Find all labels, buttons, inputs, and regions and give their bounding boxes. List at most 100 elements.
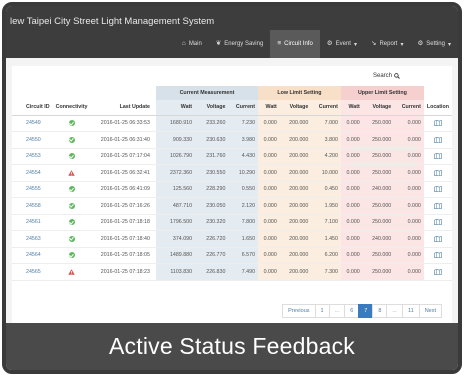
nav-item-label: Setting <box>426 41 445 47</box>
pagination-page[interactable]: 1 <box>314 304 330 318</box>
cell-low-voltage: 200.000 <box>279 247 312 264</box>
map-icon[interactable] <box>434 153 442 160</box>
map-icon[interactable] <box>434 235 442 242</box>
col-header-connectivity[interactable]: Connectivity <box>52 100 91 116</box>
table-row[interactable]: 24555 2016-01-25 06:41:09 125.560 228.290 0.… <box>12 181 452 198</box>
col-header-upper-current[interactable]: Current <box>394 100 424 116</box>
cell-connectivity <box>52 131 91 149</box>
pagination-next[interactable]: Next <box>418 304 442 318</box>
cell-location <box>423 197 452 215</box>
col-header-low-voltage[interactable]: Voltage <box>279 100 312 116</box>
pagination-page[interactable]: 6 <box>344 304 360 318</box>
nav-item-label: Energy Saving <box>224 41 264 47</box>
circuit-id-link[interactable]: 24553 <box>26 153 41 159</box>
caret-down-icon: ▾ <box>400 41 404 48</box>
col-header-current-current[interactable]: Current <box>228 100 259 116</box>
status-ok-icon <box>68 219 75 226</box>
table-row[interactable]: 24558 2016-01-25 07:16:26 487.710 230.050 2.… <box>12 197 452 215</box>
col-header-upper-voltage[interactable]: Voltage <box>362 100 395 116</box>
cell-location <box>423 115 452 132</box>
cell-low-current: 1.950 <box>311 197 341 215</box>
table-row[interactable]: 24565 2016-01-25 07:18:23 1103.830 226.830 7… <box>12 263 452 281</box>
cell-upper-current: 0.000 <box>394 247 424 264</box>
col-header-low-watt[interactable]: Watt <box>258 100 280 116</box>
cell-connectivity <box>52 164 91 182</box>
table-row[interactable]: 24563 2016-01-25 07:18:40 374.090 226.720 1.… <box>12 230 452 248</box>
col-header-last-update[interactable]: Last Update <box>90 100 156 116</box>
col-header-upper-watt[interactable]: Watt <box>340 100 363 116</box>
cell-low-current: 7.000 <box>311 115 341 132</box>
cell-upper-current: 0.000 <box>394 164 424 182</box>
table-row[interactable]: 24550 2016-01-25 06:31:40 909.330 230.630 3.… <box>12 131 452 149</box>
cell-last-update: 2016-01-25 07:17:04 <box>90 148 156 165</box>
pagination-previous[interactable]: Previous <box>282 304 316 318</box>
table-row[interactable]: 24564 2016-01-25 07:18:05 1489.880 226.770 6… <box>12 247 452 264</box>
circuit-id-link[interactable]: 24561 <box>26 219 41 225</box>
cell-current-watt: 1489.880 <box>155 247 196 264</box>
col-header-circuit-id[interactable]: Circuit ID <box>12 100 53 116</box>
cell-upper-current: 0.000 <box>394 230 424 248</box>
map-icon[interactable] <box>434 202 442 209</box>
pagination-page[interactable]: 11 <box>401 304 420 318</box>
circuit-id-link[interactable]: 24555 <box>26 186 41 192</box>
search-button[interactable]: Search <box>373 73 400 79</box>
circuit-id-link[interactable]: 24558 <box>26 203 41 209</box>
cell-last-update: 2016-01-25 07:16:26 <box>90 197 156 215</box>
cell-last-update: 2016-01-25 06:33:53 <box>90 115 156 132</box>
cell-upper-current: 0.000 <box>394 263 424 281</box>
cell-low-current: 7.100 <box>311 214 341 231</box>
circuit-id-link[interactable]: 24550 <box>26 137 41 143</box>
status-ok-icon <box>68 252 75 259</box>
map-icon[interactable] <box>434 268 442 275</box>
cell-circuit-id: 24565 <box>12 263 53 281</box>
nav-item-report[interactable]: ↘ Report ▾ <box>364 30 410 58</box>
col-header-location[interactable]: Location <box>423 100 452 116</box>
nav-item-energy-saving[interactable]: ❦ Energy Saving <box>209 30 270 58</box>
table-row[interactable]: 24553 2016-01-25 07:17:04 1026.790 231.760 4… <box>12 148 452 165</box>
col-header-current-watt[interactable]: Watt <box>155 100 196 116</box>
nav-item-main[interactable]: ⌂ Main <box>175 30 209 58</box>
circuit-id-link[interactable]: 24554 <box>26 170 41 176</box>
col-header-current-voltage[interactable]: Voltage <box>195 100 229 116</box>
cell-current-voltage: 228.290 <box>195 181 229 198</box>
map-icon[interactable] <box>434 186 442 193</box>
circuit-id-link[interactable]: 24564 <box>26 252 41 258</box>
map-icon[interactable] <box>434 169 442 176</box>
cell-location <box>423 181 452 198</box>
group-header-current-measurement: Current Measurement <box>155 86 259 100</box>
cell-current-voltage: 230.630 <box>195 131 229 149</box>
circuit-icon: ≡ <box>277 39 282 47</box>
cell-current-current: 10.290 <box>228 164 259 182</box>
map-icon[interactable] <box>434 219 442 226</box>
circuit-id-link[interactable]: 24549 <box>26 120 41 126</box>
pagination-page[interactable]: 8 <box>372 304 388 318</box>
table-row[interactable]: 24549 2016-01-25 06:33:53 1680.910 233.260 7… <box>12 115 452 132</box>
table-row[interactable]: 24561 2016-01-25 07:18:18 1796.500 230.320 7… <box>12 214 452 231</box>
cell-last-update: 2016-01-25 07:18:18 <box>90 214 156 231</box>
nav-item-circuit-info[interactable]: ≡ Circuit Info <box>270 30 320 58</box>
table-row[interactable]: 24554 2016-01-25 06:32:41 2372.360 230.550 1… <box>12 164 452 182</box>
cell-upper-voltage: 250.000 <box>362 263 395 281</box>
circuit-id-link[interactable]: 24563 <box>26 236 41 242</box>
map-icon[interactable] <box>434 136 442 143</box>
cell-upper-watt: 0.000 <box>340 131 363 149</box>
caret-down-icon: ▾ <box>447 41 451 48</box>
cell-current-voltage: 226.720 <box>195 230 229 248</box>
pagination-current-page[interactable]: 7 <box>358 304 374 318</box>
cell-connectivity <box>52 197 91 215</box>
cell-low-watt: 0.000 <box>258 197 280 215</box>
circuit-id-link[interactable]: 24565 <box>26 269 41 275</box>
cell-upper-voltage: 250.000 <box>362 115 395 132</box>
map-icon[interactable] <box>434 252 442 259</box>
cell-upper-voltage: 250.000 <box>362 164 395 182</box>
nav-item-setting[interactable]: ⚙ Setting ▾ <box>410 30 458 58</box>
col-header-low-current[interactable]: Current <box>311 100 341 116</box>
nav-item-event[interactable]: ⚙ Event ▾ <box>320 30 364 58</box>
map-icon[interactable] <box>434 120 442 127</box>
cell-current-voltage: 230.050 <box>195 197 229 215</box>
status-warning-icon <box>68 268 75 275</box>
status-ok-icon <box>68 120 75 127</box>
status-warning-icon <box>68 169 75 176</box>
cell-low-watt: 0.000 <box>258 164 280 182</box>
cell-upper-watt: 0.000 <box>340 230 363 248</box>
